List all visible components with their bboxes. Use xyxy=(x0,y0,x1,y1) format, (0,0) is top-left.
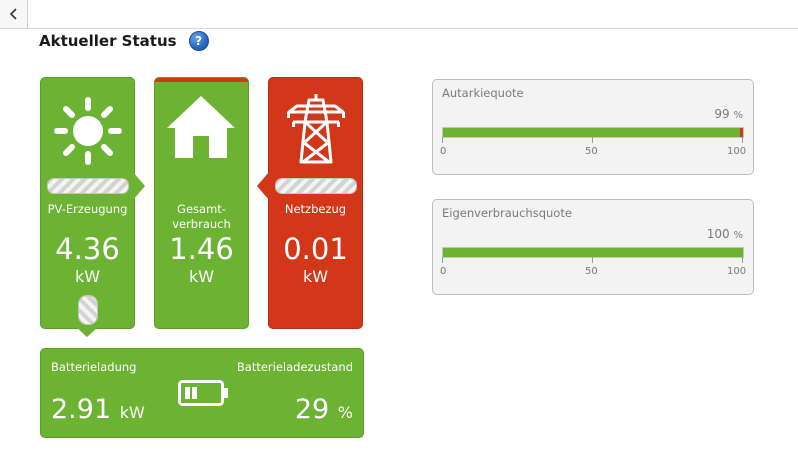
self-consumption-tick-100: 100 xyxy=(727,266,747,277)
battery-charge-unit: kW xyxy=(119,403,145,422)
sun-icon xyxy=(54,97,122,165)
consumption-label-line2: verbrauch xyxy=(172,217,231,231)
pv-battery-flow-bar xyxy=(78,295,98,325)
flow-arrow-down xyxy=(75,326,99,337)
self-consumption-label: Eigenverbrauchsquote xyxy=(442,206,572,220)
grid-flow-bar xyxy=(275,178,357,194)
grid-value: 0.01 xyxy=(283,232,348,266)
battery-charge-value: 2.91 kW xyxy=(51,395,145,428)
consumption-top-stripe xyxy=(155,78,248,82)
self-consumption-bar-fill xyxy=(443,248,743,257)
self-consumption-ticks xyxy=(442,257,744,265)
consumption-value: 1.46 xyxy=(169,232,234,266)
autarky-value: 99 % xyxy=(714,107,743,121)
battery-soc-label: Batterieladezustand xyxy=(236,360,353,374)
autarky-tick-0: 0 xyxy=(440,146,447,157)
house-icon xyxy=(167,96,235,158)
self-consumption-number: 100 xyxy=(706,227,730,241)
autarky-bar-fill xyxy=(443,128,740,137)
self-consumption-value: 100 % xyxy=(707,227,743,241)
flow-arrow-left xyxy=(257,172,269,200)
back-button[interactable] xyxy=(0,0,28,28)
chevron-left-icon xyxy=(9,8,17,20)
autarky-number: 99 xyxy=(714,107,730,121)
self-consumption-unit: % xyxy=(733,230,743,241)
pv-value: 4.36 xyxy=(55,232,120,266)
grid-label: Netzbezug xyxy=(284,202,347,216)
battery-tile: Batterieladung Batterieladezustand 2.91 … xyxy=(40,348,364,438)
consumption-unit: kW xyxy=(188,267,215,286)
grid-unit: kW xyxy=(302,267,329,286)
autarky-unit: % xyxy=(733,110,743,121)
battery-soc-value: 29 % xyxy=(295,395,353,428)
total-consumption-tile: Gesamt- verbrauch 1.46 kW xyxy=(154,77,249,329)
battery-icon xyxy=(178,380,228,406)
battery-charge-label: Batterieladung xyxy=(51,360,137,374)
grid-import-tile: Netzbezug 0.01 kW xyxy=(257,77,363,329)
flow-arrow-right xyxy=(133,172,145,200)
battery-soc-number: 29 xyxy=(294,394,330,425)
top-bar xyxy=(0,0,798,29)
self-consumption-tick-0: 0 xyxy=(440,266,447,277)
power-pylon-icon xyxy=(287,94,345,164)
pv-generation-tile: PV-Erzeugung 4.36 kW xyxy=(40,77,145,337)
help-icon[interactable]: ? xyxy=(188,31,209,51)
self-consumption-tick-50: 50 xyxy=(585,266,598,277)
battery-charge-number: 2.91 xyxy=(51,394,112,425)
pv-label: PV-Erzeugung xyxy=(47,202,128,216)
autarky-ticks xyxy=(442,137,744,145)
autarky-bar-remainder xyxy=(740,128,743,137)
autarky-label: Autarkiequote xyxy=(442,86,524,100)
pv-unit: kW xyxy=(74,267,101,286)
title-row: Aktueller Status ? xyxy=(39,31,209,51)
autarky-tick-50: 50 xyxy=(585,146,598,157)
autarky-tick-100: 100 xyxy=(727,146,747,157)
page-title: Aktueller Status xyxy=(39,32,177,50)
battery-soc-unit: % xyxy=(337,403,353,422)
self-consumption-panel: Eigenverbrauchsquote 100 % 0 50 100 xyxy=(432,199,754,295)
consumption-label-line1: Gesamt- xyxy=(177,202,226,216)
pv-flow-bar xyxy=(47,178,129,194)
autarky-panel: Autarkiequote 99 % 0 50 100 xyxy=(432,79,754,175)
